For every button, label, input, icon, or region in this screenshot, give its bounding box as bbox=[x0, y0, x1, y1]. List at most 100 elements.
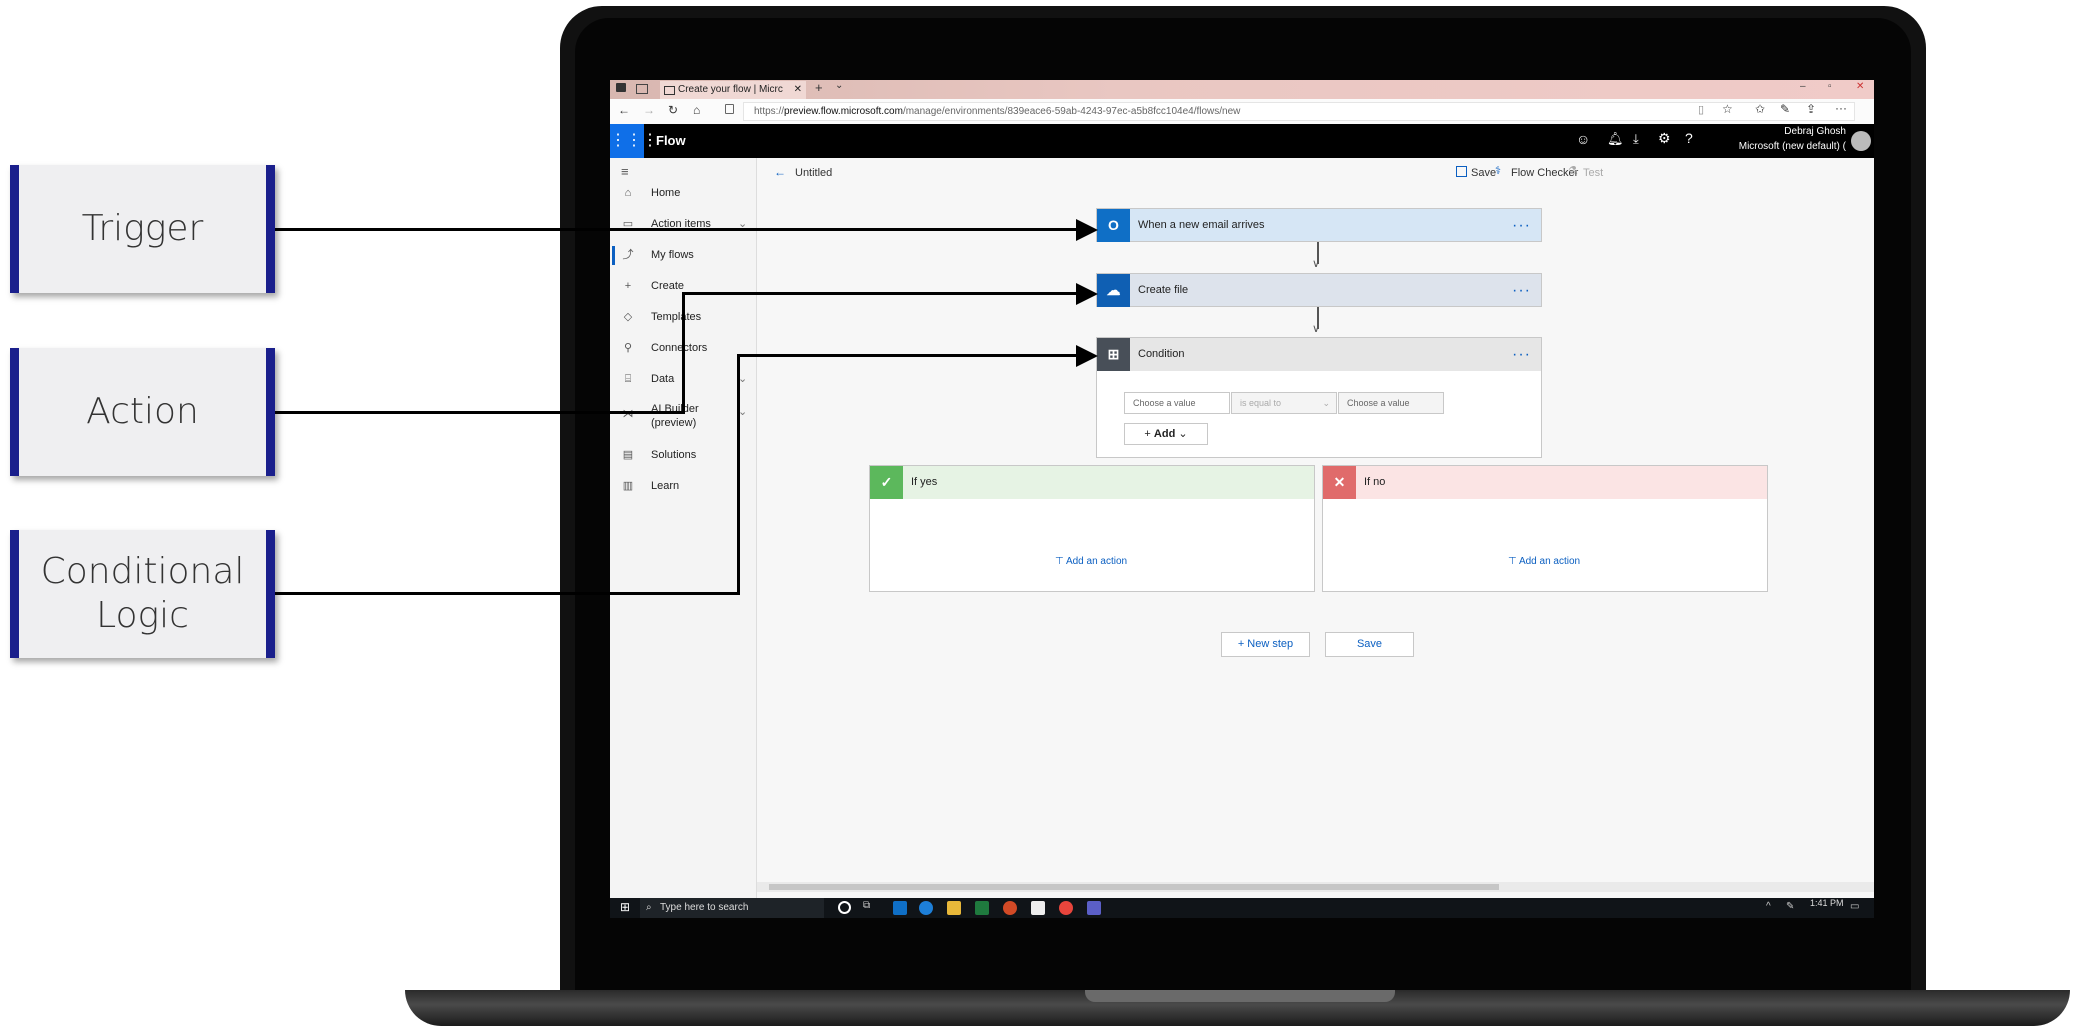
save-button[interactable]: Save bbox=[1471, 167, 1496, 179]
excel-icon[interactable] bbox=[975, 901, 989, 915]
clock-time[interactable]: 1:41 PM bbox=[1810, 898, 1844, 908]
new-tab-icon[interactable]: + bbox=[815, 80, 823, 95]
if-yes-branch: ✓ If yes ⊤ Add an action bbox=[869, 465, 1315, 592]
favorite-star-icon[interactable]: ☆ bbox=[1722, 102, 1733, 116]
chrome-icon[interactable] bbox=[1059, 901, 1073, 915]
notification-icon[interactable]: 🔔︎ bbox=[1607, 131, 1624, 147]
test-icon[interactable]: ⚗ bbox=[1568, 164, 1578, 177]
trigger-arrow-head bbox=[1076, 219, 1098, 241]
avatar[interactable] bbox=[1851, 131, 1871, 151]
close-window-icon[interactable]: ✕ bbox=[1856, 81, 1864, 92]
add-action-label: Add an action bbox=[1518, 556, 1581, 567]
trigger-card[interactable]: O When a new email arrives ··· bbox=[1096, 208, 1542, 242]
home-browser-icon[interactable]: ⌂ bbox=[693, 103, 700, 117]
windows-start-icon[interactable]: ⊞ bbox=[620, 900, 630, 914]
share-icon[interactable]: ⇪ bbox=[1806, 102, 1816, 116]
flow-header: ⋮⋮⋮ Flow ☺ 🔔︎ ⤓ ⚙ ? Debraj Ghosh Microso… bbox=[610, 124, 1874, 158]
trigger-title: When a new email arrives bbox=[1138, 219, 1265, 231]
conditional-logic-callout: Conditional Logic bbox=[10, 530, 275, 658]
condition-card-header: ⊞ Condition ··· bbox=[1097, 338, 1541, 371]
editor-header: ← Untitled Save ⚕ Flow Checker ⚗ Test bbox=[757, 158, 1874, 188]
scrollbar-thumb[interactable] bbox=[769, 884, 1499, 890]
sidebar-item-action-items[interactable]: ▭ Action items ⌄ bbox=[610, 209, 756, 240]
add-action-yes-link[interactable]: ⊤ Add an action bbox=[1055, 556, 1127, 567]
tab-aside-icon[interactable] bbox=[636, 84, 648, 94]
help-icon[interactable]: ? bbox=[1685, 130, 1693, 146]
forward-icon[interactable]: → bbox=[643, 103, 655, 117]
more-options-icon[interactable]: ··· bbox=[1512, 338, 1531, 371]
sidebar-item-label: Action items bbox=[651, 218, 711, 230]
add-label: Add bbox=[1153, 428, 1176, 440]
reading-view-icon[interactable]: ▯ bbox=[1698, 103, 1704, 116]
new-step-button[interactable]: + New step bbox=[1221, 632, 1310, 657]
user-org[interactable]: Microsoft (new default) ( bbox=[1739, 141, 1846, 152]
add-condition-button[interactable]: + Add ⌄ bbox=[1124, 423, 1208, 445]
save-icon[interactable] bbox=[1456, 166, 1467, 177]
minimize-icon[interactable]: – bbox=[1800, 81, 1806, 92]
pen-icon[interactable]: ✎ bbox=[1780, 102, 1790, 116]
chevron-up-icon[interactable]: ^ bbox=[1766, 901, 1771, 912]
trigger-callout-label: Trigger bbox=[81, 208, 204, 249]
tab-close-icon[interactable]: ✕ bbox=[794, 81, 802, 99]
store-icon[interactable] bbox=[1031, 901, 1045, 915]
outlook-taskbar-icon[interactable] bbox=[893, 901, 907, 915]
task-view-icon[interactable]: ⧉ bbox=[863, 900, 870, 911]
favorites-icon[interactable]: ✩ bbox=[1755, 102, 1765, 116]
solutions-icon: ▤ bbox=[622, 449, 634, 461]
test-button[interactable]: Test bbox=[1583, 167, 1603, 179]
file-explorer-icon[interactable] bbox=[947, 901, 961, 915]
add-action-label: Add an action bbox=[1065, 556, 1128, 567]
checkmark-icon: ✓ bbox=[870, 466, 903, 499]
condition-left-value[interactable]: Choose a value bbox=[1124, 392, 1230, 414]
edge-taskbar-icon[interactable] bbox=[919, 901, 933, 915]
app-name[interactable]: Flow bbox=[656, 133, 686, 148]
condition-right-value[interactable]: Choose a value bbox=[1338, 392, 1444, 414]
user-name[interactable]: Debraj Ghosh bbox=[1784, 126, 1846, 137]
back-arrow-icon[interactable]: ← bbox=[774, 165, 786, 179]
more-options-icon[interactable]: ··· bbox=[1512, 209, 1531, 242]
feedback-icon[interactable]: ☺ bbox=[1576, 131, 1590, 147]
taskbar-search[interactable]: ⌕ Type here to search bbox=[640, 898, 824, 918]
browser-tab[interactable]: Create your flow | Micrc ✕ bbox=[660, 81, 806, 99]
settings-icon[interactable]: ⚙ bbox=[1658, 130, 1671, 147]
add-action-no-link[interactable]: ⊤ Add an action bbox=[1508, 556, 1580, 567]
sidebar-item-learn[interactable]: ▥ Learn bbox=[610, 471, 756, 502]
save-flow-button[interactable]: Save bbox=[1325, 632, 1414, 657]
url-field[interactable]: https://preview.flow.microsoft.com/manag… bbox=[743, 102, 1855, 121]
search-placeholder: Type here to search bbox=[660, 902, 749, 913]
more-icon[interactable]: ··· bbox=[1835, 101, 1847, 115]
refresh-icon[interactable]: ↻ bbox=[668, 103, 678, 117]
create-file-card-header: ☁ Create file ··· bbox=[1097, 274, 1541, 307]
if-no-branch: ✕ If no ⊤ Add an action bbox=[1322, 465, 1768, 592]
sidebar-item-my-flows[interactable]: ⤴ My flows bbox=[610, 240, 756, 271]
powerpoint-icon[interactable] bbox=[1003, 901, 1017, 915]
create-file-card[interactable]: ☁ Create file ··· bbox=[1096, 273, 1542, 307]
hamburger-icon[interactable]: ≡ bbox=[621, 164, 629, 179]
notification-center-icon[interactable]: ▭ bbox=[1850, 901, 1859, 912]
connector-icon: ⚲ bbox=[623, 342, 633, 354]
teams-icon[interactable] bbox=[1087, 901, 1101, 915]
condition-card[interactable]: ⊞ Condition ··· Choose a value is equal … bbox=[1096, 337, 1542, 458]
sidebar-item-solutions[interactable]: ▤ Solutions bbox=[610, 440, 756, 471]
horizontal-scrollbar[interactable] bbox=[757, 882, 1874, 892]
sidebar-item-label: Solutions bbox=[651, 449, 697, 461]
cortana-icon[interactable] bbox=[838, 901, 851, 914]
pen-tray-icon[interactable]: ✎ bbox=[1786, 901, 1794, 912]
download-icon[interactable]: ⤓ bbox=[1633, 131, 1639, 147]
tab-list-icon[interactable]: ⌄ bbox=[835, 80, 843, 91]
more-options-icon[interactable]: ··· bbox=[1512, 274, 1531, 307]
save-flow-label: Save bbox=[1356, 638, 1383, 650]
ai-builder-icon: ⋊ bbox=[622, 408, 634, 420]
flow-checker-icon[interactable]: ⚕ bbox=[1495, 164, 1501, 177]
create-file-title: Create file bbox=[1138, 284, 1189, 296]
sidebar-item-home[interactable]: ⌂ Home bbox=[610, 178, 756, 209]
app-launcher-icon[interactable]: ⋮⋮⋮ bbox=[610, 124, 658, 158]
add-action-icon: ⊤ bbox=[1508, 556, 1519, 567]
tab-actions-icon[interactable] bbox=[616, 83, 626, 92]
condition-operator[interactable]: is equal to ⌄ bbox=[1231, 392, 1337, 414]
back-icon[interactable]: ← bbox=[618, 103, 630, 117]
flow-title[interactable]: Untitled bbox=[795, 167, 832, 179]
if-yes-title: If yes bbox=[911, 476, 938, 488]
screen: Create your flow | Micrc ✕ + ⌄ – ▫ ✕ ← →… bbox=[610, 80, 1874, 918]
restore-icon[interactable]: ▫ bbox=[1828, 81, 1832, 92]
